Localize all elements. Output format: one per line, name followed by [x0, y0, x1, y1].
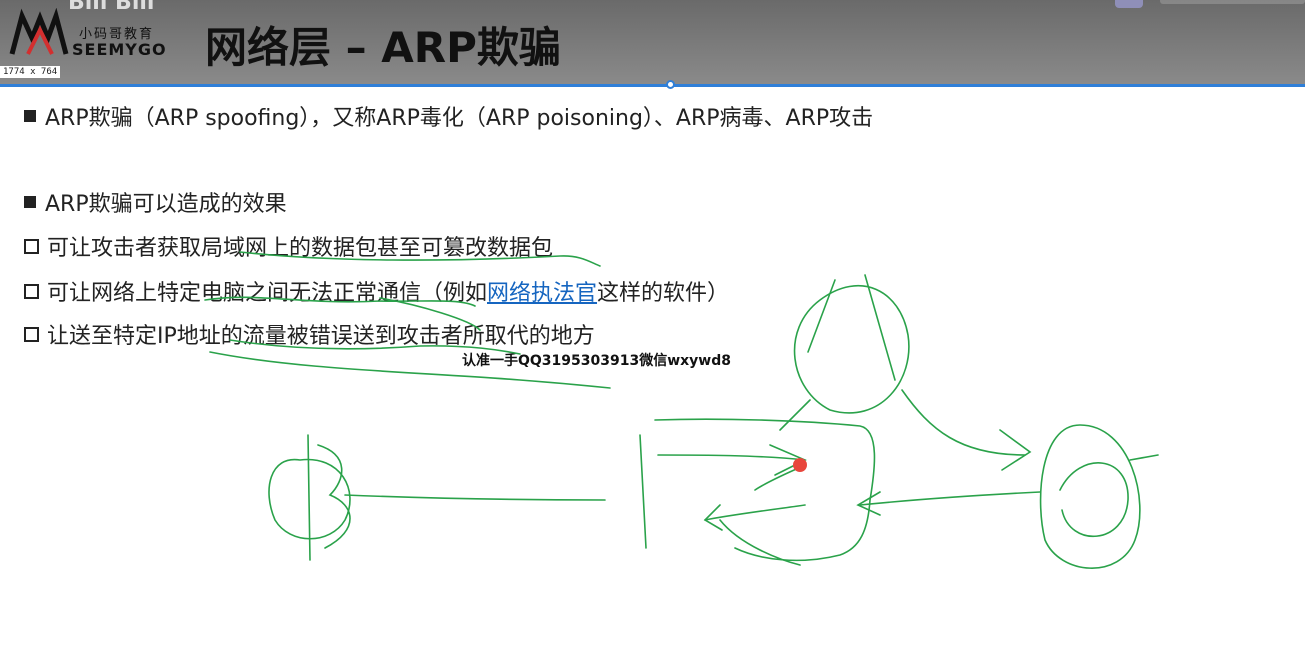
- attacker-head-stroke: [807, 279, 836, 353]
- hand-drawn-annotation: [204, 251, 1159, 569]
- switch-stroke: [654, 418, 876, 562]
- attacker-head-stroke: [779, 399, 811, 431]
- underline-stroke: [204, 296, 476, 307]
- underline-stroke: [229, 339, 521, 355]
- arrow-stroke: [901, 389, 1026, 456]
- link-stroke: [344, 494, 606, 501]
- arrow-stroke: [704, 504, 806, 521]
- host-b-stroke: [1059, 462, 1129, 537]
- underline-stroke: [209, 351, 611, 389]
- switch-stroke: [719, 519, 801, 566]
- underline-stroke: [239, 251, 601, 267]
- arrow-head-stroke: [999, 429, 1032, 471]
- host-a-stroke: [307, 434, 311, 561]
- host-b-stroke: [1129, 454, 1159, 461]
- arrow-stroke: [657, 454, 806, 461]
- arrow-stroke: [859, 491, 1041, 506]
- laser-pointer-dot: [793, 458, 807, 472]
- attacker-head-stroke: [793, 284, 910, 414]
- switch-stroke: [639, 434, 647, 549]
- host-b-stroke: [1039, 424, 1141, 569]
